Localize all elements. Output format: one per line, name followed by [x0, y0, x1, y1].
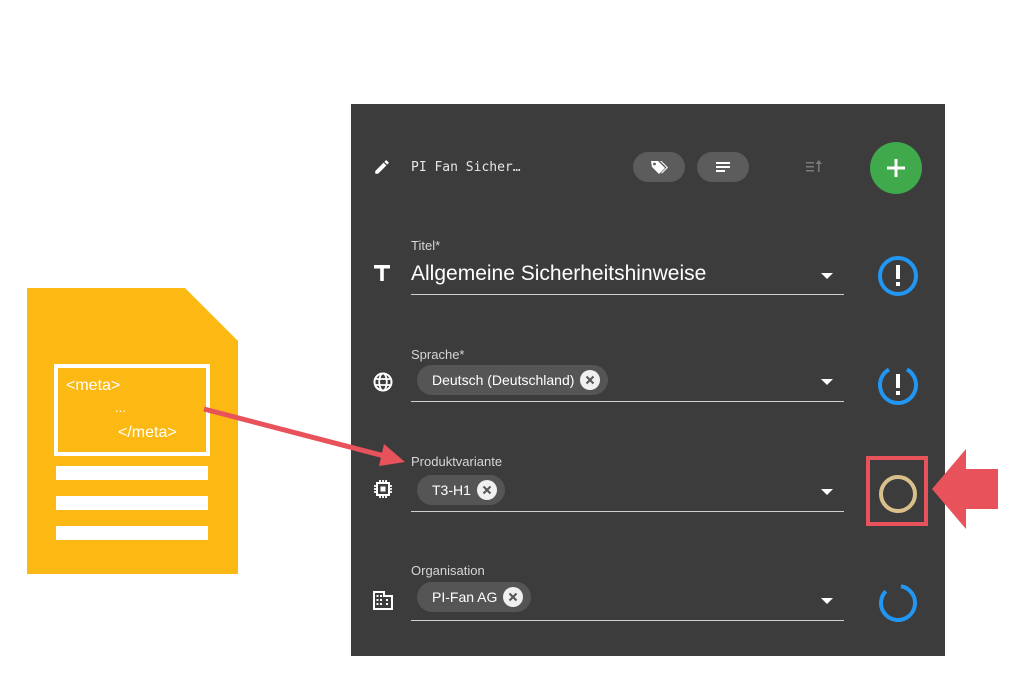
language-dropdown-arrow[interactable] [821, 379, 833, 385]
organisation-label: Organisation [411, 563, 485, 578]
edit-icon[interactable] [373, 158, 391, 176]
tags-button[interactable] [633, 152, 685, 182]
language-underline [411, 401, 844, 402]
add-button[interactable] [870, 142, 922, 194]
organisation-dropdown-arrow[interactable] [821, 598, 833, 604]
notes-button[interactable] [697, 152, 749, 182]
mapping-arrow [203, 406, 405, 466]
title-dropdown-arrow[interactable] [821, 273, 833, 279]
title-label: Titel* [411, 238, 441, 253]
chip-remove-icon[interactable] [580, 370, 601, 390]
panel-toolbar: PI Fan Sicher… [351, 142, 945, 194]
product-variant-label: Produktvariante [411, 454, 503, 469]
language-chip-label: Deutsch (Deutschland) [432, 372, 575, 388]
warning-status-icon[interactable] [876, 254, 920, 298]
meta-ellipsis: ... [115, 400, 126, 415]
notes-icon [716, 162, 730, 172]
product-variant-underline [411, 511, 844, 512]
title-value[interactable]: Allgemeine Sicherheitshinweise [411, 262, 706, 286]
plus-icon [887, 159, 905, 177]
pointer-arrow-left [932, 449, 998, 529]
chip-remove-icon[interactable] [503, 587, 524, 607]
text-icon [374, 265, 390, 281]
building-icon [373, 591, 393, 610]
chip-icon [374, 480, 392, 498]
organisation-chip-label: PI-Fan AG [432, 589, 498, 605]
document-name[interactable]: PI Fan Sicher… [411, 160, 521, 175]
product-variant-dropdown-arrow[interactable] [821, 489, 833, 495]
document-text-line [56, 496, 208, 510]
document-corner-cut [185, 288, 238, 341]
highlight-frame [866, 456, 928, 526]
product-variant-chip[interactable]: T3-H1 [417, 475, 505, 505]
globe-icon [373, 372, 393, 392]
warning-status-icon[interactable] [876, 363, 920, 407]
language-label: Sprache* [411, 347, 465, 362]
meta-close-tag: </meta> [118, 424, 177, 441]
product-variant-chip-label: T3-H1 [432, 482, 471, 498]
tags-icon [651, 161, 668, 174]
meta-open-tag: <meta> [66, 377, 121, 394]
chip-remove-icon[interactable] [476, 480, 497, 500]
meta-tag-box: <meta> ... </meta> [54, 364, 210, 456]
document-text-line [56, 526, 208, 540]
organisation-underline [411, 620, 844, 621]
organisation-chip[interactable]: PI-Fan AG [417, 582, 532, 612]
progress-status-icon[interactable] [876, 581, 920, 625]
metadata-panel: PI Fan Sicher… Titel* Allgemeine Sicherh… [351, 104, 945, 656]
title-underline [411, 294, 844, 295]
language-chip[interactable]: Deutsch (Deutschland) [417, 365, 609, 395]
sort-icon[interactable] [805, 158, 825, 176]
document-text-line [56, 466, 208, 480]
